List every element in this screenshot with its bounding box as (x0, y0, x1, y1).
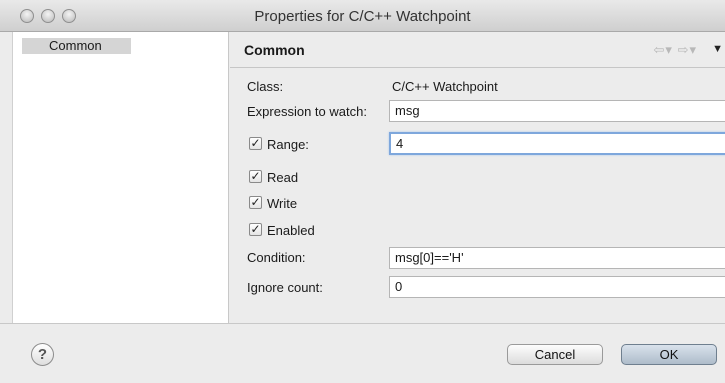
sidebar-item-common[interactable]: Common (22, 38, 131, 54)
back-arrow-icon[interactable]: ⇦▾ (654, 42, 673, 57)
ignore-count-label: Ignore count: (247, 280, 323, 295)
page-header: Common ⇦▾ ⇨▾ ▼ (230, 32, 725, 68)
condition-label: Condition: (247, 250, 306, 265)
read-label: Read (267, 170, 299, 185)
help-button[interactable]: ? (31, 343, 54, 366)
range-checkbox[interactable]: ✓ (249, 137, 262, 150)
enabled-checkbox[interactable]: ✓ (249, 223, 262, 236)
forward-arrow-icon[interactable]: ⇨▾ (678, 42, 697, 57)
ignore-count-input[interactable]: 0 (389, 276, 725, 298)
navigation-arrows: ⇦▾ ⇨▾ (654, 42, 697, 58)
condition-input[interactable]: msg[0]=='H' (389, 247, 725, 269)
range-input[interactable]: 4 (389, 132, 725, 155)
read-checkbox[interactable]: ✓ (249, 170, 262, 183)
page-title: Common (244, 42, 305, 58)
class-value: C/C++ Watchpoint (392, 79, 498, 94)
ok-button[interactable]: OK (621, 344, 717, 365)
cancel-button[interactable]: Cancel (507, 344, 603, 365)
sidebar: Common (12, 32, 229, 323)
footer-divider (0, 323, 725, 324)
window-title: Properties for C/C++ Watchpoint (254, 8, 471, 25)
view-menu-icon[interactable]: ▼ (712, 43, 723, 55)
enabled-label: Enabled (267, 223, 315, 238)
range-label: Range: (267, 137, 309, 152)
expression-input[interactable]: msg (389, 100, 725, 122)
properties-form: Class: C/C++ Watchpoint Expression to wa… (230, 69, 725, 323)
write-label: Write (267, 196, 298, 211)
class-label: Class: (247, 79, 284, 94)
write-checkbox[interactable]: ✓ (249, 196, 262, 209)
title-bar: Properties for C/C++ Watchpoint (0, 0, 725, 32)
expression-label: Expression to watch: (247, 104, 367, 119)
